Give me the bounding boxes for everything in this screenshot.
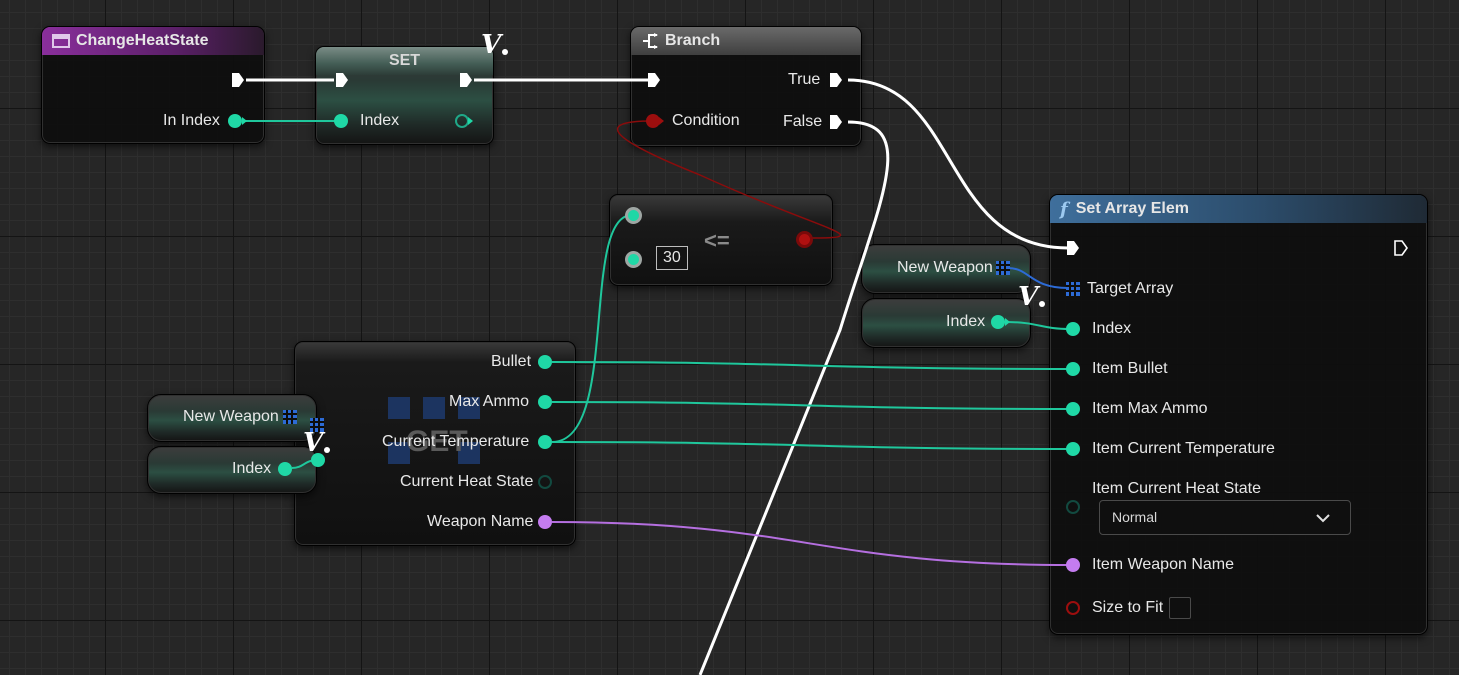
- index-left-label: Index: [232, 460, 272, 477]
- target-array-label: Target Array: [1087, 280, 1174, 297]
- set-array-index-pin[interactable]: [1066, 322, 1080, 336]
- compare-operator: <=: [704, 228, 730, 253]
- new-weapon-right-label: New Weapon: [897, 259, 993, 276]
- variable-v-icon: V: [481, 30, 509, 60]
- compare-a-pin[interactable]: [625, 207, 642, 224]
- set-index-out-arrow-icon: [468, 117, 473, 125]
- branch-node[interactable]: Branch: [630, 26, 862, 147]
- string-wire-weaponname: [551, 521, 1071, 566]
- item-current-heat-state-pin[interactable]: [1066, 500, 1080, 514]
- set-array-exec-out-pin[interactable]: [1394, 240, 1408, 256]
- item-weapon-name-label: Item Weapon Name: [1092, 556, 1234, 573]
- set-array-elem-header: f Set Array Elem: [1050, 195, 1427, 223]
- index-right-label: Index: [946, 313, 986, 330]
- branch-icon: [643, 33, 658, 49]
- heat-state-value: Normal: [1112, 509, 1158, 525]
- exec-wire-true-to-setarray: [847, 78, 1069, 250]
- get-output-bullet-label: Bullet: [491, 353, 532, 370]
- in-index-pin[interactable]: [228, 114, 242, 128]
- branch-exec-in-pin[interactable]: [647, 72, 661, 88]
- array-grid-icon[interactable]: [283, 410, 297, 424]
- branch-false-pin[interactable]: [829, 114, 843, 130]
- branch-true-label: True: [788, 71, 821, 88]
- item-weapon-name-pin[interactable]: [1066, 558, 1080, 572]
- int-wire-bullet: [551, 361, 1071, 370]
- item-max-ammo-label: Item Max Ammo: [1092, 400, 1208, 417]
- set-array-exec-in-pin[interactable]: [1066, 240, 1080, 256]
- int-wire-maxammo: [551, 401, 1071, 410]
- set-index-label: Index: [360, 112, 400, 129]
- set-array-elem-title: Set Array Elem: [1075, 200, 1189, 217]
- new-weapon-left-label: New Weapon: [183, 408, 279, 425]
- variable-v-icon: V: [1018, 282, 1046, 312]
- array-grid-icon[interactable]: [996, 261, 1010, 275]
- compare-value-input[interactable]: 30: [656, 246, 688, 270]
- index-left-pin[interactable]: [278, 462, 292, 476]
- index-right-pin[interactable]: [991, 315, 1005, 329]
- size-to-fit-checkbox[interactable]: [1169, 597, 1191, 619]
- function-f-icon: f: [1060, 198, 1068, 220]
- set-header: SET: [316, 47, 493, 75]
- get-output-maxammo-pin[interactable]: [538, 395, 552, 409]
- in-index-arrow-icon: [242, 117, 247, 125]
- get-output-curtemp-label: Current Temperature: [382, 433, 530, 450]
- set-exec-out-pin[interactable]: [459, 72, 473, 88]
- int-wire-curtemp: [551, 441, 1071, 450]
- branch-title: Branch: [665, 32, 721, 49]
- get-output-maxammo-label: Max Ammo: [449, 393, 530, 410]
- set-index-in-pin[interactable]: [334, 114, 348, 128]
- branch-condition-label: Condition: [672, 112, 740, 129]
- index-right-arrow-icon: [1005, 318, 1010, 326]
- item-current-temperature-pin[interactable]: [1066, 442, 1080, 456]
- compare-b-pin[interactable]: [625, 251, 642, 268]
- item-bullet-pin[interactable]: [1066, 362, 1080, 376]
- chevron-down-icon: [1316, 514, 1330, 523]
- get-output-bullet-pin[interactable]: [538, 355, 552, 369]
- event-exec-out-pin[interactable]: [231, 72, 245, 88]
- branch-header: Branch: [631, 27, 861, 55]
- event-icon: [52, 34, 70, 48]
- item-bullet-label: Item Bullet: [1092, 360, 1168, 377]
- in-index-label: In Index: [163, 112, 220, 129]
- change-heat-state-header: ChangeHeatState: [42, 27, 264, 55]
- condition-arrow-icon: [659, 117, 664, 125]
- item-current-heat-state-label: Item Current Heat State: [1092, 480, 1261, 497]
- get-output-curtemp-pin[interactable]: [538, 435, 552, 449]
- compare-result-pin[interactable]: [796, 231, 813, 248]
- size-to-fit-pin[interactable]: [1066, 601, 1080, 615]
- branch-true-pin[interactable]: [829, 72, 843, 88]
- item-current-temperature-label: Item Current Temperature: [1092, 440, 1275, 457]
- set-node[interactable]: SET: [315, 46, 494, 145]
- get-output-heatstate-label: Current Heat State: [400, 473, 534, 490]
- heat-state-dropdown[interactable]: Normal: [1099, 500, 1351, 535]
- set-array-index-label: Index: [1092, 320, 1132, 337]
- get-output-heatstate-pin[interactable]: [538, 475, 552, 489]
- size-to-fit-label: Size to Fit: [1092, 599, 1164, 616]
- get-output-weaponname-pin[interactable]: [538, 515, 552, 529]
- variable-v-icon: V: [303, 428, 331, 458]
- get-output-weaponname-label: Weapon Name: [427, 513, 534, 530]
- item-max-ammo-pin[interactable]: [1066, 402, 1080, 416]
- branch-false-label: False: [783, 113, 823, 130]
- set-exec-in-pin[interactable]: [335, 72, 349, 88]
- array-grid-icon[interactable]: [1066, 282, 1080, 296]
- set-title: SET: [388, 52, 421, 69]
- change-heat-state-title: ChangeHeatState: [76, 32, 209, 49]
